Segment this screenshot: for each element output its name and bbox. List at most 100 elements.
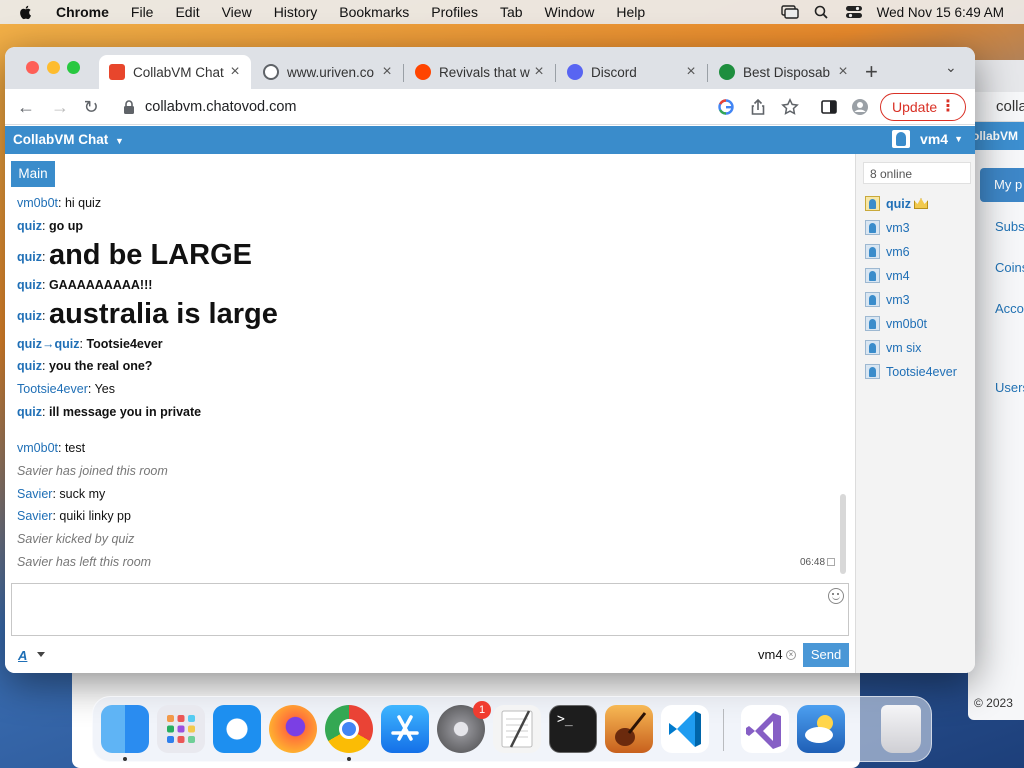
message-nick[interactable]: Tootsie4ever [17,382,88,396]
vscode-icon[interactable] [661,705,709,753]
tab-uriven[interactable]: www.uriven.co × [253,55,404,89]
menu-profiles[interactable]: Profiles [431,4,478,20]
safari-icon[interactable] [213,705,261,753]
background-link-coins[interactable]: Coins [968,247,1024,288]
menu-view[interactable]: View [222,4,252,20]
message-nick[interactable]: Savier [17,487,52,501]
fullscreen-window-button[interactable] [67,61,80,74]
reload-icon[interactable]: ↻ [80,96,102,118]
menu-file[interactable]: File [131,4,154,20]
firefox-icon[interactable] [269,705,317,753]
menu-app-name[interactable]: Chrome [56,4,109,20]
close-tab-icon[interactable]: × [683,63,699,81]
share-icon[interactable] [749,98,767,116]
user-list-item[interactable]: vm six [865,340,921,355]
url-text[interactable]: collabvm.chatovod.com [145,99,297,115]
menu-window[interactable]: Window [545,4,595,20]
chevron-down-icon[interactable] [37,652,45,657]
message-nick[interactable]: quiz [17,278,42,292]
message-nick[interactable]: quiz [17,405,42,419]
message-nick[interactable]: quiz [17,309,42,323]
message-recipient[interactable]: quiz [55,337,80,351]
tab-collabvm-chat[interactable]: CollabVM Chat × [99,55,251,89]
screen-mirroring-icon[interactable] [780,5,799,19]
user-list-item[interactable]: vm0b0t [865,316,927,331]
user-list-item[interactable]: Tootsie4ever [865,364,957,379]
back-arrow-icon[interactable]: ← [15,96,37,118]
background-browser-window[interactable]: colla ollabVM My p Subs Coins Acco Users… [968,60,1024,720]
message-text: and be LARGE [48,239,252,271]
room-tab-main[interactable]: Main [11,161,55,187]
message-nick[interactable]: quiz [17,219,42,233]
visual-studio-icon[interactable] [741,705,789,753]
menu-bookmarks[interactable]: Bookmarks [339,4,409,20]
message-scrollbar[interactable] [840,494,846,574]
tab-discord[interactable]: Discord × [557,55,708,89]
new-tab-button[interactable]: + [865,59,878,85]
forward-arrow-icon[interactable]: → [49,96,71,118]
chat-brand-menu[interactable]: CollabVM Chat ▼ [13,132,124,147]
close-window-button[interactable] [26,61,39,74]
send-button[interactable]: Send [803,643,849,667]
garageband-icon[interactable] [605,705,653,753]
apple-icon[interactable] [18,4,34,20]
user-list-item[interactable]: vm6 [865,244,910,259]
trash-icon[interactable] [881,705,921,753]
system-settings-icon[interactable]: 1 [437,701,491,753]
bookmark-star-icon[interactable] [781,98,799,116]
chrome-icon[interactable] [325,705,373,753]
menu-tab[interactable]: Tab [500,4,523,20]
menu-edit[interactable]: Edit [175,4,199,20]
close-tab-icon[interactable]: × [379,63,395,81]
user-list-item[interactable]: vm3 [865,220,910,235]
message-nick[interactable]: vm0b0t [17,441,58,455]
minimize-window-button[interactable] [47,61,60,74]
tab-search-chevron-icon[interactable]: ⌄ [945,59,957,76]
message-nick[interactable]: Savier [17,509,52,523]
terminal-icon[interactable]: >_ [549,705,597,753]
background-my-button[interactable]: My p [980,168,1024,202]
background-link-users[interactable]: Users [968,367,1024,408]
lock-icon[interactable] [123,100,135,114]
profile-avatar-icon[interactable] [851,98,869,116]
user-name: vm six [886,340,922,355]
user-list-item[interactable]: vm4 [865,268,910,283]
menu-history[interactable]: History [274,4,318,20]
close-tab-icon[interactable]: × [227,63,243,81]
weather-icon[interactable] [797,705,845,753]
background-link-subs[interactable]: Subs [968,206,1024,247]
user-list-item[interactable]: quiz [865,196,928,211]
message-text: australia is large [48,298,278,330]
close-tab-icon[interactable]: × [835,63,851,81]
tab-best-disposable[interactable]: Best Disposab × [709,55,859,89]
message-nick[interactable]: vm0b0t [17,196,58,210]
launchpad-icon[interactable] [157,705,205,753]
search-icon[interactable] [813,5,831,19]
current-user-menu[interactable]: vm4 ▼ [892,130,963,148]
message-input[interactable] [11,583,849,636]
google-icon[interactable] [717,98,735,116]
online-count: 8 online [863,162,971,184]
background-link-account[interactable]: Acco [968,288,1024,329]
finder-icon[interactable] [101,705,149,753]
user-list-item[interactable]: vm3 [865,292,910,307]
menu-help[interactable]: Help [616,4,645,20]
message-nick[interactable]: quiz [17,337,42,351]
textedit-icon[interactable] [493,705,541,753]
chat-message: quiz: ill message you in private [17,405,202,419]
control-center-icon[interactable] [845,5,863,19]
smiley-icon[interactable] [828,588,844,604]
close-tab-icon[interactable]: × [531,63,547,81]
app-store-icon[interactable] [381,705,429,753]
menubar-clock[interactable]: Wed Nov 15 6:49 AM [877,5,1004,20]
clear-alias-icon[interactable]: × [786,650,796,660]
tab-reddit[interactable]: Revivals that w × [405,55,556,89]
background-sidebar: My p Subs Coins Acco Users [968,168,1024,408]
message-text: hi quiz [64,196,102,210]
message-nick[interactable]: quiz [17,359,42,373]
message-nick[interactable]: quiz [17,250,42,264]
text-format-button[interactable]: A [18,648,27,663]
side-panel-icon[interactable] [820,98,838,116]
update-button[interactable]: Update ⋮ [880,93,966,121]
address-bar[interactable]: collabvm.chatovod.com [115,93,755,121]
